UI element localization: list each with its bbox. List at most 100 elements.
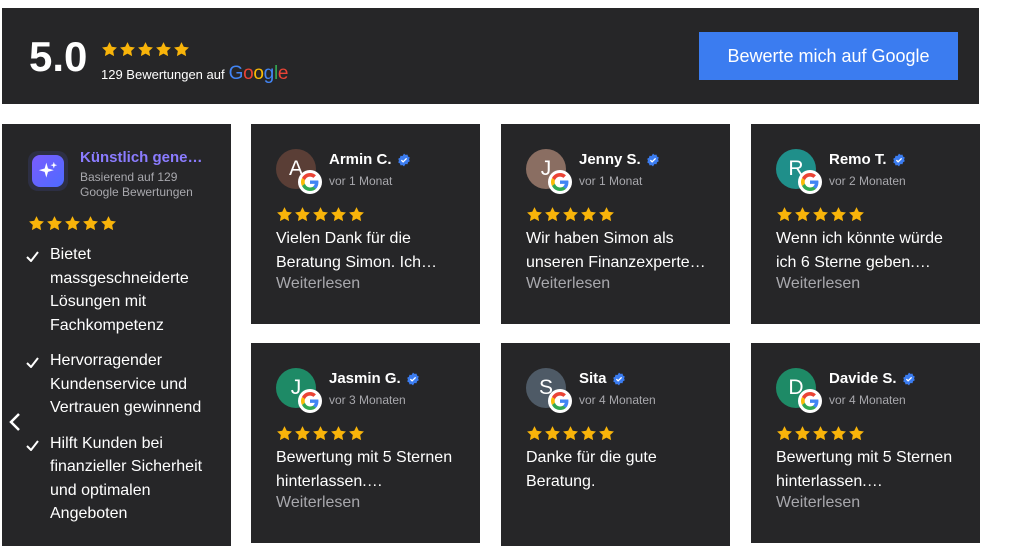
review-text: Bewertung mit 5 Sternen hinterlassen.… — [776, 449, 953, 490]
star-icon — [830, 206, 847, 223]
ai-summary-point: Hilft Kunden bei finanzieller Sicherheit… — [26, 432, 216, 526]
review-card: R Remo T. vor 2 Monaten Wenn ich könnte wür… — [751, 124, 980, 324]
check-icon — [26, 432, 40, 526]
review-time: vor 3 Monaten — [329, 393, 406, 407]
review-stars — [276, 425, 365, 442]
google-g-icon — [298, 170, 322, 194]
star-icon — [330, 206, 347, 223]
star-icon — [348, 425, 365, 442]
star-icon — [294, 425, 311, 442]
star-icon — [276, 206, 293, 223]
star-icon — [776, 425, 793, 442]
review-time: vor 4 Monaten — [579, 393, 656, 407]
star-icon — [544, 206, 561, 223]
star-icon — [119, 41, 136, 58]
read-more-link[interactable]: Weiterlesen — [276, 494, 360, 512]
review-card: S Sita vor 4 Monaten Danke für die gute Ber… — [501, 343, 730, 543]
ai-summary-points: Bietet massgeschneiderte Lösungen mit Fa… — [26, 243, 216, 538]
google-g-icon — [798, 389, 822, 413]
review-count-text: 129 Bewertungen auf — [101, 66, 225, 82]
read-more-link[interactable]: Weiterlesen — [776, 275, 860, 293]
star-icon — [312, 425, 329, 442]
reviewer-name: Remo T. — [829, 151, 906, 168]
star-icon — [294, 206, 311, 223]
reviewer-name: Sita — [579, 370, 626, 387]
review-text: Wenn ich könnte würde ich 6 Sterne geben… — [776, 230, 943, 271]
star-icon — [137, 41, 154, 58]
rating-header: 5.0 129 Bewertungen auf Google Bewerte m… — [2, 8, 979, 104]
google-g-icon — [298, 389, 322, 413]
check-icon — [26, 243, 40, 337]
verified-icon — [397, 153, 411, 167]
star-icon — [812, 206, 829, 223]
ai-summary-stars — [28, 215, 117, 232]
review-card: A Armin C. vor 1 Monat Vielen Dank für die … — [251, 124, 480, 324]
check-icon — [26, 349, 40, 420]
star-icon — [830, 425, 847, 442]
verified-icon — [892, 153, 906, 167]
ai-sparkle-icon — [28, 151, 68, 191]
reviewer-name: Armin C. — [329, 151, 411, 168]
star-icon — [580, 425, 597, 442]
verified-icon — [406, 372, 420, 386]
star-icon — [155, 41, 172, 58]
star-icon — [812, 425, 829, 442]
star-icon — [312, 206, 329, 223]
star-icon — [598, 425, 615, 442]
reviewer-name: Jenny S. — [579, 151, 660, 168]
reviewer-name: Jasmin G. — [329, 370, 420, 387]
ai-summary-title: Künstlich generiert — [80, 149, 205, 166]
star-icon — [794, 206, 811, 223]
review-text: Wir haben Simon als unseren Finanzexpert… — [526, 230, 706, 271]
star-icon — [544, 425, 561, 442]
star-icon — [562, 425, 579, 442]
review-card-partial — [501, 538, 730, 546]
verified-icon — [646, 153, 660, 167]
read-more-link[interactable]: Weiterlesen — [776, 494, 860, 512]
review-on-google-button[interactable]: Bewerte mich auf Google — [699, 32, 958, 80]
star-icon — [848, 206, 865, 223]
ai-summary-point: Bietet massgeschneiderte Lösungen mit Fa… — [26, 243, 216, 337]
star-icon — [348, 206, 365, 223]
google-g-icon — [548, 389, 572, 413]
ai-summary-subtitle: Basierend auf 129 Google Bewertungen — [80, 170, 193, 199]
chevron-left-icon[interactable] — [7, 410, 23, 434]
google-logo: Google — [228, 63, 289, 84]
review-count: 129 Bewertungen auf Google — [101, 63, 289, 84]
star-icon — [794, 425, 811, 442]
review-card: J Jasmin G. vor 3 Monaten Bewertung mit 5 S… — [251, 343, 480, 543]
review-stars — [776, 425, 865, 442]
header-stars — [101, 41, 190, 58]
review-time: vor 1 Monat — [579, 174, 643, 188]
ai-summary-card: Künstlich generiert Basierend auf 129 Go… — [2, 124, 231, 546]
star-icon — [848, 425, 865, 442]
review-time: vor 2 Monaten — [829, 174, 906, 188]
star-icon — [598, 206, 615, 223]
review-stars — [276, 206, 365, 223]
overall-rating: 5.0 — [29, 33, 88, 80]
star-icon — [82, 215, 99, 232]
star-icon — [64, 215, 81, 232]
star-icon — [173, 41, 190, 58]
google-g-icon — [798, 170, 822, 194]
star-icon — [776, 206, 793, 223]
review-card: D Davide S. vor 4 Monaten Bewertung mit 5 S… — [751, 343, 980, 543]
star-icon — [526, 425, 543, 442]
review-stars — [526, 425, 615, 442]
star-icon — [562, 206, 579, 223]
review-text: Bewertung mit 5 Sternen hinterlassen.… — [276, 449, 453, 490]
read-more-link[interactable]: Weiterlesen — [276, 275, 360, 293]
review-text: Vielen Dank für die Beratung Simon. Ich… — [276, 230, 437, 271]
read-more-link[interactable]: Weiterlesen — [526, 275, 610, 293]
star-icon — [276, 425, 293, 442]
star-icon — [526, 206, 543, 223]
star-icon — [100, 215, 117, 232]
star-icon — [28, 215, 45, 232]
google-g-icon — [548, 170, 572, 194]
verified-icon — [902, 372, 916, 386]
review-time: vor 1 Monat — [329, 174, 393, 188]
review-stars — [776, 206, 865, 223]
star-icon — [580, 206, 597, 223]
review-time: vor 4 Monaten — [829, 393, 906, 407]
ai-summary-point: Hervorragender Kundenservice und Vertrau… — [26, 349, 216, 420]
